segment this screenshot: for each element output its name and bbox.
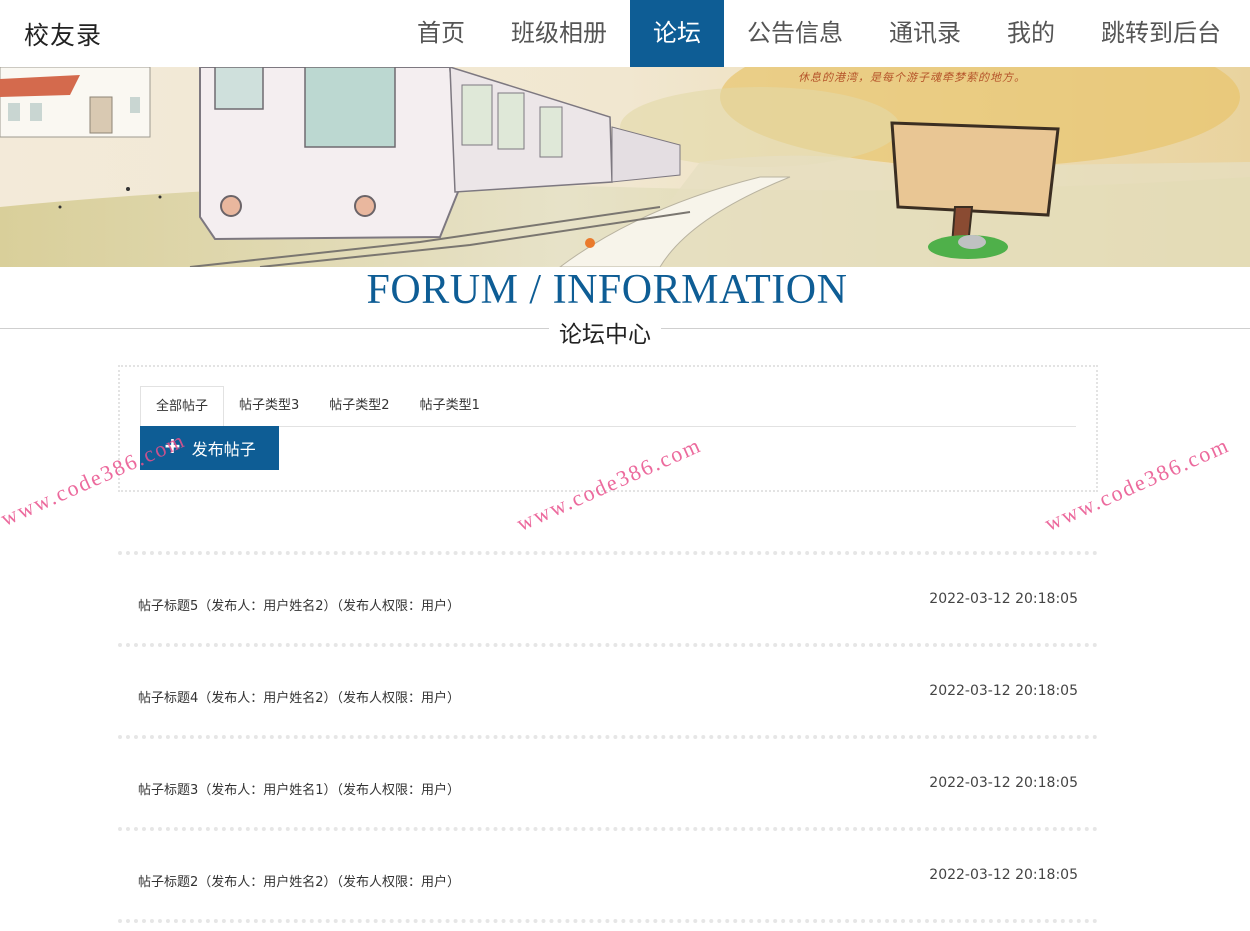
tab-post-type-1[interactable]: 帖子类型1 [405, 386, 495, 427]
tab-all-posts[interactable]: 全部帖子 [140, 386, 225, 427]
nav-item-mine[interactable]: 我的 [984, 0, 1078, 67]
post-time: 2022-03-12 20:18:05 [929, 683, 1078, 699]
post-list: 帖子标题5（发布人：用户姓名2）（发布人权限：用户） 2022-03-12 20… [118, 551, 1098, 923]
banner-illustration [0, 67, 1250, 267]
nav-item-forum[interactable]: 论坛 [630, 0, 724, 67]
post-time: 2022-03-12 20:18:05 [929, 591, 1078, 607]
post-title[interactable]: 帖子标题2（发布人：用户姓名2）（发布人权限：用户） [138, 871, 460, 890]
nav-item-home[interactable]: 首页 [394, 0, 488, 67]
tab-post-type-2[interactable]: 帖子类型2 [314, 386, 404, 427]
post-time: 2022-03-12 20:18:05 [929, 775, 1078, 791]
post-time: 2022-03-12 20:18:05 [929, 867, 1078, 883]
tab-post-type-3[interactable]: 帖子类型3 [224, 386, 314, 427]
post-row[interactable]: 帖子标题2（发布人：用户姓名2）（发布人权限：用户） 2022-03-12 20… [118, 831, 1098, 919]
banner-slogan: 休息的港湾，是每个游子魂牵梦萦的地方。 [798, 71, 1026, 84]
nav-item-announcements[interactable]: 公告信息 [724, 0, 866, 67]
site-logo[interactable]: 校友录 [24, 16, 102, 52]
section-title-cn: 论坛中心 [549, 315, 661, 349]
carousel-dot [585, 238, 595, 248]
post-row[interactable]: 帖子标题4（发布人：用户姓名2）（发布人权限：用户） 2022-03-12 20… [118, 647, 1098, 735]
publish-post-button[interactable]: + 发布帖子 [140, 426, 279, 470]
nav-item-contacts[interactable]: 通讯录 [866, 0, 984, 67]
forum-filter-panel: 全部帖子 帖子类型3 帖子类型2 帖子类型1 + 发布帖子 [118, 365, 1098, 492]
post-title[interactable]: 帖子标题5（发布人：用户姓名2）（发布人权限：用户） [138, 595, 460, 614]
plus-icon: + [163, 434, 182, 459]
section-title-en: FORUM / INFORMATION [366, 267, 848, 313]
post-row[interactable]: 帖子标题5（发布人：用户姓名2）（发布人权限：用户） 2022-03-12 20… [118, 555, 1098, 643]
nav-item-admin[interactable]: 跳转到后台 [1078, 0, 1244, 67]
post-row[interactable]: 帖子标题3（发布人：用户姓名1）（发布人权限：用户） 2022-03-12 20… [118, 739, 1098, 827]
nav-item-class-album[interactable]: 班级相册 [488, 0, 630, 67]
post-title[interactable]: 帖子标题4（发布人：用户姓名2）（发布人权限：用户） [138, 687, 460, 706]
post-divider [118, 919, 1098, 923]
post-title[interactable]: 帖子标题3（发布人：用户姓名1）（发布人权限：用户） [138, 779, 460, 798]
top-header: 校友录 首页 班级相册 论坛 公告信息 通讯录 我的 跳转到后台 [0, 0, 1250, 67]
main-nav: 首页 班级相册 论坛 公告信息 通讯录 我的 跳转到后台 [394, 0, 1244, 67]
banner-carousel[interactable]: 休息的港湾，是每个游子魂牵梦萦的地方。 [0, 67, 1250, 267]
post-type-tabs: 全部帖子 帖子类型3 帖子类型2 帖子类型1 [140, 386, 1076, 427]
publish-post-label: 发布帖子 [191, 440, 256, 459]
